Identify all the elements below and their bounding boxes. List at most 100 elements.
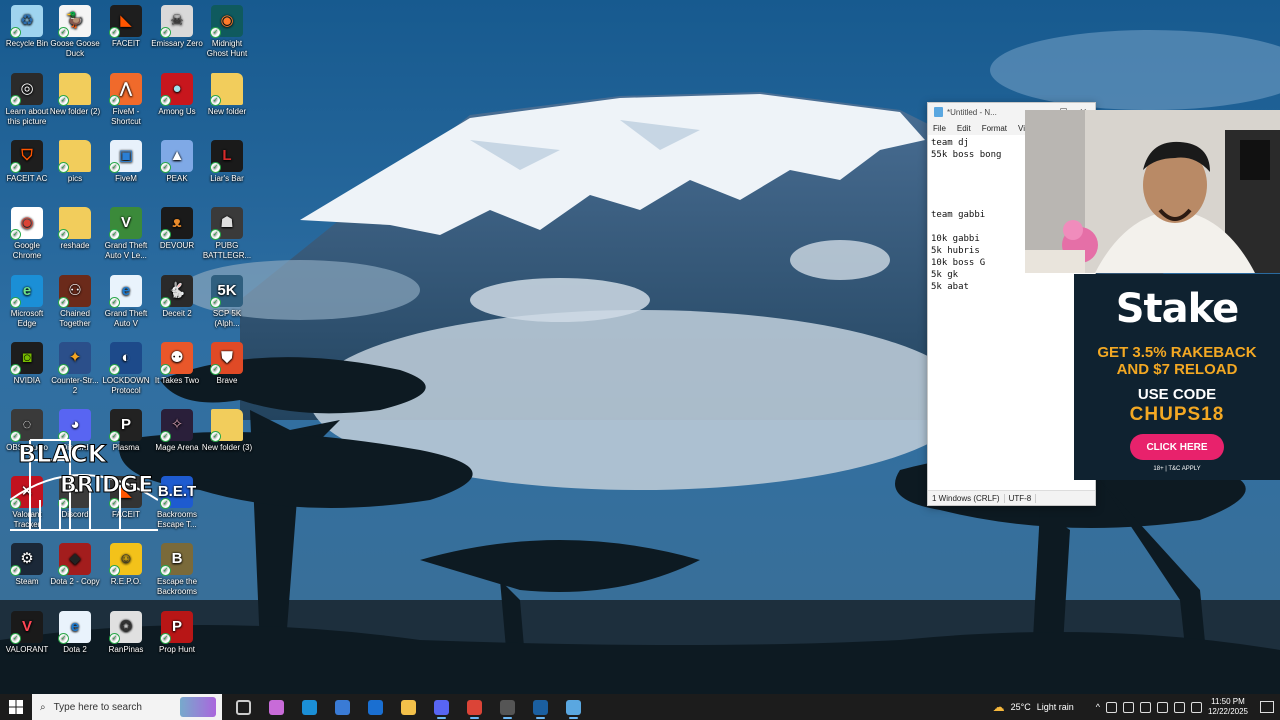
desktop-icon-label: New folder (2) xyxy=(49,107,101,116)
desktop-icon[interactable]: ◙ ✓ NVIDIA xyxy=(0,342,54,406)
lockdown-icon: ◐ ✓ xyxy=(109,342,142,375)
tray-volume-icon[interactable] xyxy=(1173,701,1185,713)
sync-check-icon: ✓ xyxy=(109,297,120,308)
desktop-icon[interactable]: V ✓ Grand Theft Auto V Le... xyxy=(99,207,153,271)
desktop-icon[interactable]: 5K ✓ SCP 5K (Alph... xyxy=(200,275,254,339)
start-button[interactable] xyxy=(0,694,32,720)
desktop-icon[interactable]: ᴥ ✓ DEVOUR xyxy=(150,207,204,271)
ad-fine-print: 18+ | T&C APPLY xyxy=(1153,466,1201,472)
desktop-icon[interactable]: ▲ ✓ PEAK xyxy=(150,140,204,204)
menu-file[interactable]: File xyxy=(933,124,946,133)
tray-cloud-icon[interactable] xyxy=(1122,701,1134,713)
desktop-icon[interactable]: ✧ ✓ Mage Arena xyxy=(150,409,204,473)
desktop-icon[interactable]: 🐇 ✓ Deceit 2 xyxy=(150,275,204,339)
desktop-icon[interactable] xyxy=(200,543,254,607)
menu-format[interactable]: Format xyxy=(982,124,1007,133)
desktop-icon[interactable]: ✓ New folder xyxy=(200,73,254,137)
desktop-icon[interactable]: ⛉ ✓ FACEIT AC xyxy=(0,140,54,204)
desktop-icon-label: Steam xyxy=(15,577,39,586)
desktop-icon[interactable]: 🦆 ✓ Goose Goose Duck xyxy=(48,5,102,69)
desktop-icon[interactable]: ▣ ✓ FiveM xyxy=(99,140,153,204)
sync-check-icon: ✓ xyxy=(109,162,120,173)
tray-network-icon[interactable] xyxy=(1156,701,1168,713)
blank-icon xyxy=(211,476,243,508)
desktop-icon[interactable] xyxy=(200,476,254,540)
faceit-ac-icon: ⛉ ✓ xyxy=(10,140,43,173)
desktop-icon[interactable]: ✓ New folder (2) xyxy=(48,73,102,137)
desktop-icon[interactable]: ✓ reshade xyxy=(48,207,102,271)
desktop-icon[interactable]: e ✓ Microsoft Edge xyxy=(0,275,54,339)
desktop-icon[interactable]: ◉ ✓ Google Chrome xyxy=(0,207,54,271)
desktop-icon[interactable]: ⋀ ✓ FiveM - Shortcut xyxy=(99,73,153,137)
desktop-icon-label: Brave xyxy=(216,376,238,385)
desktop-icon[interactable]: e ✓ Grand Theft Auto V xyxy=(99,275,153,339)
tray-battery-icon[interactable] xyxy=(1190,701,1202,713)
taskbar-clock[interactable]: 11:50 PM 12/22/2025 xyxy=(1208,697,1248,717)
discord-taskbar-icon[interactable] xyxy=(428,694,455,720)
sync-check-icon: ✓ xyxy=(10,565,21,576)
tray-mic-icon[interactable] xyxy=(1139,701,1151,713)
show-hidden-icons-button[interactable]: ^ xyxy=(1096,702,1100,712)
desktop-icon[interactable]: ✦ ✓ Counter-Str... 2 xyxy=(48,342,102,406)
liars-bar-icon: L ✓ xyxy=(210,140,243,173)
search-placeholder: Type here to search xyxy=(53,701,142,713)
desktop-icon[interactable]: ◉ ✓ Midnight Ghost Hunt xyxy=(200,5,254,69)
sync-check-icon: ✓ xyxy=(160,297,171,308)
dota-icon: ◆ ✓ xyxy=(58,543,91,576)
desktop-icon[interactable]: ☠ ✓ Emissary Zero xyxy=(150,5,204,69)
desktop-icon[interactable]: ✪ ✓ RanPinas xyxy=(99,611,153,675)
ghost-hunt-icon: ◉ ✓ xyxy=(210,5,243,38)
desktop-icon[interactable]: L ✓ Liar's Bar xyxy=(200,140,254,204)
clock-date: 12/22/2025 xyxy=(1207,707,1248,716)
sync-check-icon: ✓ xyxy=(10,95,21,106)
ad-click-here-button[interactable]: CLICK HERE xyxy=(1130,434,1224,460)
file-explorer-icon[interactable] xyxy=(395,694,422,720)
sync-check-icon: ✓ xyxy=(58,633,69,644)
sync-check-icon: ✓ xyxy=(160,565,171,576)
desktop-icon[interactable]: ☗ ✓ PUBG BATTLEGR... xyxy=(200,207,254,271)
tray-app-icon[interactable] xyxy=(1105,701,1117,713)
desktop-icon[interactable]: ◣ ✓ FACEIT xyxy=(99,5,153,69)
notepad-taskbar-icon[interactable] xyxy=(560,694,587,720)
desktop-icon[interactable]: ⚇ ✓ Chained Together xyxy=(48,275,102,339)
chrome-icon: ◉ ✓ xyxy=(10,207,43,240)
menu-edit[interactable]: Edit xyxy=(957,124,971,133)
desktop-icon[interactable]: V ✓ VALORANT xyxy=(0,611,54,675)
desktop-icon-label: Deceit 2 xyxy=(162,309,192,318)
outlook-icon[interactable] xyxy=(362,694,389,720)
desktop-icon[interactable]: ⚙ ✓ Steam xyxy=(0,543,54,607)
weather-temp[interactable]: 25°C xyxy=(1011,702,1031,712)
desktop-icon[interactable]: ♻ ✓ Recycle Bin xyxy=(0,5,54,69)
desktop-icon-label: FiveM xyxy=(115,174,137,183)
taskbar: ⌕ Type here to search ☁ 25°C Light rain … xyxy=(0,694,1280,720)
chrome-taskbar-icon[interactable] xyxy=(461,694,488,720)
nvidia-icon: ◙ ✓ xyxy=(10,342,43,375)
sync-check-icon: ✓ xyxy=(10,633,21,644)
obs-taskbar-icon[interactable] xyxy=(494,694,521,720)
taskbar-search-box[interactable]: ⌕ Type here to search xyxy=(32,694,222,720)
desktop-icon[interactable]: ☺ ✓ R.E.P.O. xyxy=(99,543,153,607)
task-view-icon[interactable] xyxy=(230,694,257,720)
desktop-icon[interactable]: ⛊ ✓ Brave xyxy=(200,342,254,406)
taskbar-pinned-apps xyxy=(230,694,587,720)
store-icon[interactable] xyxy=(329,694,356,720)
desktop-icon[interactable]: ✓ New folder (3) xyxy=(200,409,254,473)
desktop-icon[interactable]: ⚉ ✓ It Takes Two xyxy=(150,342,204,406)
steam-taskbar-icon[interactable] xyxy=(527,694,554,720)
desktop-icon[interactable]: B.E.T ✓ Backrooms Escape T... xyxy=(150,476,204,540)
desktop-icon[interactable]: P ✓ Prop Hunt xyxy=(150,611,204,675)
desktop-icon[interactable]: e ✓ Dota 2 xyxy=(48,611,102,675)
desktop-icon[interactable]: ◎ ✓ Learn about this picture xyxy=(0,73,54,137)
search-icon: ⌕ xyxy=(40,701,46,713)
desktop-icon-label: R.E.P.O. xyxy=(110,577,142,586)
desktop-icon[interactable]: ✓ pics xyxy=(48,140,102,204)
copilot-icon[interactable] xyxy=(263,694,290,720)
desktop-icon[interactable]: ◆ ✓ Dota 2 - Copy xyxy=(48,543,102,607)
edge-taskbar-icon[interactable] xyxy=(296,694,323,720)
desktop-icon[interactable]: ◐ ✓ LOCKDOWN Protocol xyxy=(99,342,153,406)
desktop-icon[interactable]: ● ✓ Among Us xyxy=(150,73,204,137)
notification-icon[interactable] xyxy=(1260,701,1274,713)
weather-desc[interactable]: Light rain xyxy=(1037,702,1074,712)
desktop-icon[interactable]: B ✓ Escape the Backrooms xyxy=(150,543,204,607)
stake-advertisement[interactable]: Stake GET 3.5% RAKEBACK AND $7 RELOAD US… xyxy=(1074,274,1280,480)
